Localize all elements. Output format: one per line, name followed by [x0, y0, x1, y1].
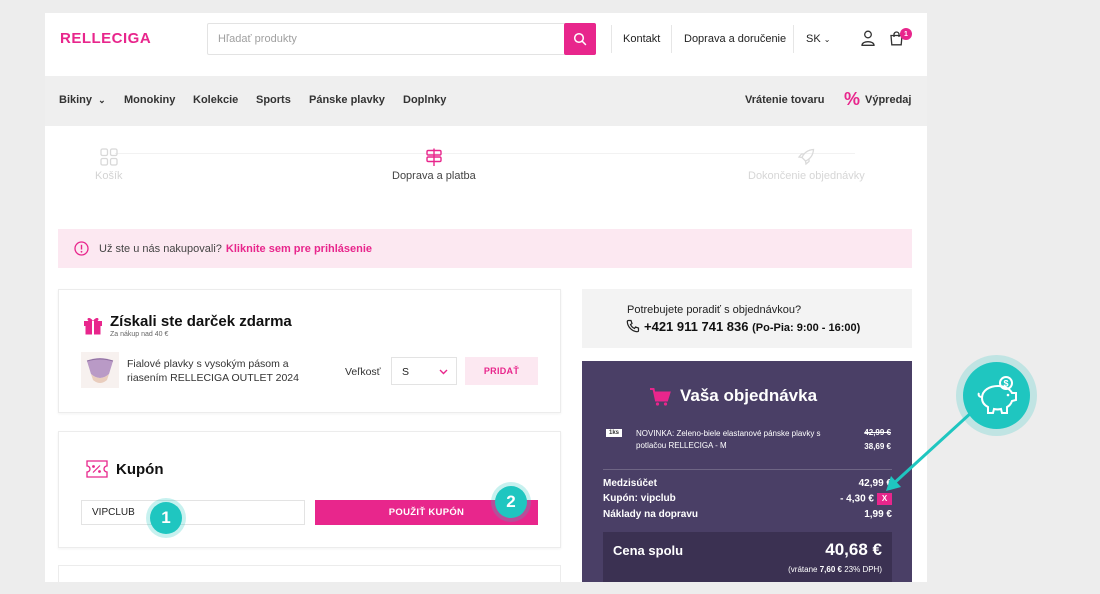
step-label: Košík: [95, 170, 123, 182]
vat-suffix: 23% DPH): [844, 565, 882, 574]
gift-product-name: Fialové plavky s vysokým pásom a riasení…: [127, 358, 299, 384]
coupon-value: - 4,30 €: [840, 493, 874, 505]
grid-icon: [100, 148, 118, 166]
notice-text: Už ste u nás nakupovali?: [99, 243, 222, 255]
next-section-card: [58, 565, 561, 582]
link-shipping[interactable]: Doprava a doručenie: [684, 33, 786, 45]
step-marker-1: 1: [150, 502, 182, 534]
remove-coupon-button[interactable]: X: [877, 493, 892, 505]
step-shipping: Doprava a platba: [392, 147, 476, 182]
total-value: 40,68 €: [825, 540, 882, 559]
coupon-label: Kupón: vipclub: [603, 493, 676, 504]
shipping-label: Náklady na dopravu: [603, 509, 699, 520]
coupon-card: Kupón POUŽIŤ KUPÓN: [58, 431, 561, 548]
account-button[interactable]: [860, 29, 876, 47]
chevron-down-icon: ⌄: [823, 35, 831, 44]
item-name: NOVINKA: Zeleno-biele elastanové pánske …: [636, 429, 821, 450]
phone-number: +421 911 741 836: [644, 319, 749, 334]
coupon-icon: [86, 460, 108, 478]
header: RELLECIGA Kontakt Doprava a doručenie SK…: [45, 13, 927, 76]
phone-icon: [626, 319, 640, 333]
coupon-title: Kupón: [116, 461, 164, 478]
steps-line: [115, 153, 855, 154]
coupon-input[interactable]: [81, 500, 305, 525]
step-label: Dokončenie objednávky: [748, 170, 865, 182]
total-label: Cena spolu: [613, 543, 684, 558]
signpost-icon: [426, 148, 442, 166]
logo[interactable]: RELLECIGA: [60, 30, 151, 47]
coupon-discount: - 4,30 € X: [840, 493, 892, 505]
size-value: S: [402, 366, 410, 378]
info-icon: [74, 241, 89, 256]
nav-item-sports[interactable]: Sports: [256, 94, 291, 106]
gift-title: Získali ste darček zdarma: [110, 313, 292, 330]
search-input[interactable]: [208, 24, 565, 54]
notice-message: Už ste u nás nakupovali? Kliknite sem pre…: [99, 243, 372, 255]
shipping-value: 1,99 €: [864, 509, 892, 520]
chevron-down-icon: [439, 369, 448, 375]
login-link[interactable]: Kliknite sem pre prihlásenie: [226, 243, 372, 255]
svg-text:$: $: [1003, 378, 1008, 388]
vat-amount: 7,60 €: [819, 565, 842, 574]
divider: [671, 25, 672, 53]
shipping-row: Náklady na dopravu 1,99 €: [603, 509, 892, 520]
step-cart[interactable]: Košík: [95, 147, 123, 182]
subtotal-value: 42,99 €: [858, 478, 892, 489]
subtotal-label: Medzisúčet: [603, 478, 657, 489]
nav-item-sale[interactable]: Výpredaj: [865, 94, 911, 106]
vat-prefix: (vrátane: [788, 565, 818, 574]
step-complete: Dokončenie objednávky: [748, 147, 865, 182]
nav-item-kolekcie[interactable]: Kolekcie: [193, 94, 238, 106]
help-question: Potrebujete poradiť s objednávkou?: [627, 304, 802, 316]
user-icon: [861, 30, 875, 46]
size-select[interactable]: S: [391, 357, 457, 385]
coupon-row: Kupón: vipclub - 4,30 € X: [603, 493, 892, 505]
gift-subtitle: Za nákup nad 40 €: [110, 331, 169, 338]
item-old-price: 42,99 €: [864, 428, 891, 437]
nav-item-panske-plavky[interactable]: Pánske plavky: [309, 94, 385, 106]
gift-card: Získali ste darček zdarma Za nákup nad 4…: [58, 289, 561, 413]
nav-item-monokiny[interactable]: Monokiny: [124, 94, 175, 106]
help-hours: (Po-Pia: 9:00 - 16:00): [752, 322, 861, 334]
swimsuit-thumbnail: [81, 352, 119, 388]
language-selector[interactable]: SK ⌄: [806, 33, 830, 45]
nav-item-bikiny[interactable]: Bikiny ⌄: [59, 94, 106, 106]
checkout-page: RELLECIGA Kontakt Doprava a doručenie SK…: [45, 13, 927, 582]
gift-icon: [84, 317, 102, 335]
piggy-bank-icon: $: [977, 375, 1017, 414]
cart-count-badge: 1: [900, 28, 912, 40]
divider: [793, 25, 794, 53]
item-quantity: 1ks: [606, 429, 623, 437]
language-code: SK: [806, 33, 821, 45]
search-icon: [573, 32, 587, 46]
chevron-down-icon: ⌄: [98, 95, 106, 105]
rocket-icon: [798, 148, 815, 166]
help-box: Potrebujete poradiť s objednávkou? +421 …: [582, 289, 912, 348]
nav-item-doplnky[interactable]: Doplnky: [403, 94, 446, 106]
order-summary: Vaša objednávka 1ks NOVINKA: Zeleno-biel…: [582, 361, 912, 582]
divider: [603, 469, 892, 470]
item-new-price: 38,69 €: [864, 442, 891, 451]
subtotal-row: Medzisúčet 42,99 €: [603, 478, 892, 489]
step-marker-2: 2: [495, 486, 527, 518]
percent-icon: %: [844, 89, 861, 109]
link-contact[interactable]: Kontakt: [623, 33, 660, 45]
step-label: Doprava a platba: [392, 170, 476, 182]
divider: [611, 25, 612, 53]
nav-item-returns[interactable]: Vrátenie tovaru: [745, 94, 824, 106]
vat-note: (vrátane 7,60 € 23% DPH): [788, 565, 882, 574]
order-item: 1ks NOVINKA: Zeleno-biele elastanové pán…: [606, 428, 891, 458]
total-box: Cena spolu 40,68 € (vrátane 7,60 € 23% D…: [603, 532, 892, 582]
order-title: Vaša objednávka: [680, 386, 818, 405]
search-button[interactable]: [564, 23, 596, 55]
add-gift-button[interactable]: PRIDAŤ: [465, 357, 538, 385]
search-box: [207, 23, 596, 55]
login-notice: Už ste u nás nakupovali? Kliknite sem pre…: [58, 229, 912, 268]
nav-label: Bikiny: [59, 94, 93, 106]
cart-icon: [650, 388, 671, 406]
piggy-bank-badge: $: [963, 362, 1030, 429]
help-phone[interactable]: +421 911 741 836 (Po-Pia: 9:00 - 16:00): [644, 319, 860, 334]
main-nav: Bikiny ⌄ Monokiny Kolekcie Sports Pánske…: [45, 76, 927, 126]
size-label: Veľkosť: [345, 366, 381, 378]
